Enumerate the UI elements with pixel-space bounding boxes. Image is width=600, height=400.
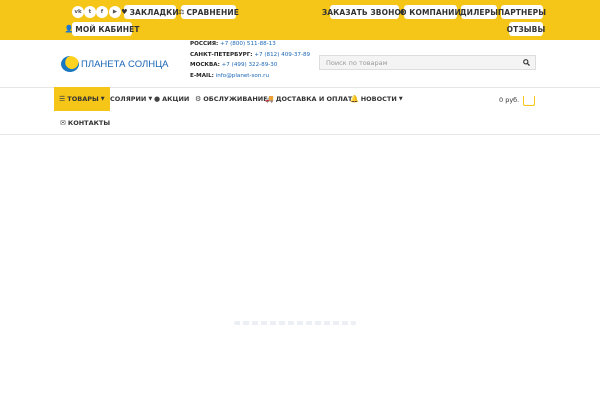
- email-link[interactable]: info@planet-son.ru: [216, 73, 269, 79]
- bookmarks-button[interactable]: ♥ ЗАКЛАДКИ: [121, 5, 179, 19]
- twitter-glyph: t: [88, 9, 92, 15]
- compare-button[interactable]: ⚖ СРАВНЕНИЕ: [178, 5, 239, 19]
- contact-row-spb: САНКТ-ПЕТЕРБУРГ: +7 (812) 409-37-89: [190, 52, 310, 58]
- callback-label: ЗАКАЗАТЬ ЗВОНОК: [321, 7, 408, 17]
- order-callback-button[interactable]: ЗАКАЗАТЬ ЗВОНОК: [322, 5, 407, 19]
- circle-icon: ●: [154, 95, 161, 103]
- my-cabinet-button[interactable]: 👤 МОЙ КАБИНЕТ: [64, 22, 139, 36]
- list-icon: ☰: [59, 95, 66, 103]
- twitter-icon[interactable]: t: [84, 6, 96, 18]
- nav-solariums-label: СОЛЯРИИ: [110, 95, 147, 103]
- partners-label: ПАРТНЕРЫ: [497, 7, 547, 17]
- phone-link[interactable]: +7 (800) 511-88-13: [220, 41, 276, 47]
- reviews-button[interactable]: ОТЗЫВЫ: [506, 22, 546, 36]
- contact-label: РОССИЯ:: [190, 41, 219, 47]
- heart-icon: ♥: [121, 8, 128, 16]
- partners-button[interactable]: ПАРТНЕРЫ: [497, 5, 547, 19]
- vk-icon[interactable]: vk: [72, 6, 84, 18]
- dealers-label: ДИЛЕРЫ: [459, 7, 499, 17]
- cart-price: 0 руб.: [499, 96, 520, 104]
- search-icon[interactable]: [517, 56, 535, 69]
- reviews-label: ОТЗЫВЫ: [506, 24, 546, 34]
- nav-news-label: НОВОСТИ: [360, 95, 397, 103]
- nav-contacts-label: КОНТАКТЫ: [67, 119, 111, 127]
- nav-promo[interactable]: ● АКЦИИ: [149, 87, 194, 111]
- cart-icon: [523, 96, 536, 106]
- top-bar: vk t f ▶ ♥ ЗАКЛАДКИ ⚖ СРАВНЕНИЕ 👤 МОЙ КА…: [0, 0, 600, 40]
- bell-icon: 🔔: [350, 95, 359, 103]
- loading-placeholder: [234, 321, 356, 325]
- phone-link[interactable]: +7 (499) 322-89-30: [222, 62, 278, 68]
- about-company-button[interactable]: О КОМПАНИИ: [400, 5, 461, 19]
- compare-label: СРАВНЕНИЕ: [186, 7, 239, 17]
- about-label: О КОМПАНИИ: [400, 7, 461, 17]
- search-input[interactable]: [320, 56, 515, 69]
- facebook-glyph: f: [100, 9, 104, 15]
- contact-row-russia: РОССИЯ: +7 (800) 511-88-13: [190, 41, 276, 47]
- bookmarks-label: ЗАКЛАДКИ: [129, 7, 179, 17]
- site-logo[interactable]: ПЛАНЕТА СОЛНЦА: [61, 56, 168, 72]
- search-box: [319, 55, 536, 70]
- contact-row-email: E-MAIL: info@planet-son.ru: [190, 73, 269, 79]
- contact-label: САНКТ-ПЕТЕРБУРГ:: [190, 52, 253, 58]
- scales-icon: ⚖: [178, 8, 185, 16]
- user-icon: 👤: [64, 25, 74, 33]
- envelope-icon: ✉: [60, 119, 66, 127]
- magnifier-svg: [522, 59, 530, 66]
- contact-row-moscow: МОСКВА: +7 (499) 322-89-30: [190, 62, 277, 68]
- cart-widget[interactable]: 0 руб.: [499, 93, 536, 107]
- caret-down-icon: ▼: [398, 96, 403, 102]
- nav-goods[interactable]: ☰ ТОВАРЫ ▼: [54, 87, 110, 111]
- logo-text: ПЛАНЕТА СОЛНЦА: [81, 58, 169, 70]
- gear-icon: ⚙: [195, 95, 202, 103]
- vk-glyph: vk: [74, 9, 82, 15]
- nav-news[interactable]: 🔔 НОВОСТИ ▼: [345, 87, 408, 111]
- facebook-icon[interactable]: f: [96, 6, 108, 18]
- globe-logo-icon: [61, 56, 79, 72]
- cabinet-label: МОЙ КАБИНЕТ: [75, 24, 140, 34]
- dealers-button[interactable]: ДИЛЕРЫ: [459, 5, 499, 19]
- caret-down-icon: ▼: [100, 96, 105, 102]
- contact-label: МОСКВА:: [190, 62, 220, 68]
- nav-promo-label: АКЦИИ: [162, 95, 190, 103]
- nav-contacts[interactable]: ✉ КОНТАКТЫ: [55, 111, 115, 135]
- nav-service-label: ОБСЛУЖИВАНИЕ: [203, 95, 268, 103]
- youtube-glyph: ▶: [112, 9, 118, 15]
- phone-link[interactable]: +7 (812) 409-37-89: [254, 52, 310, 58]
- truck-icon: 🚚: [265, 95, 274, 103]
- youtube-icon[interactable]: ▶: [109, 6, 121, 18]
- contact-label: E-MAIL:: [190, 73, 214, 79]
- nav-goods-label: ТОВАРЫ: [67, 95, 99, 103]
